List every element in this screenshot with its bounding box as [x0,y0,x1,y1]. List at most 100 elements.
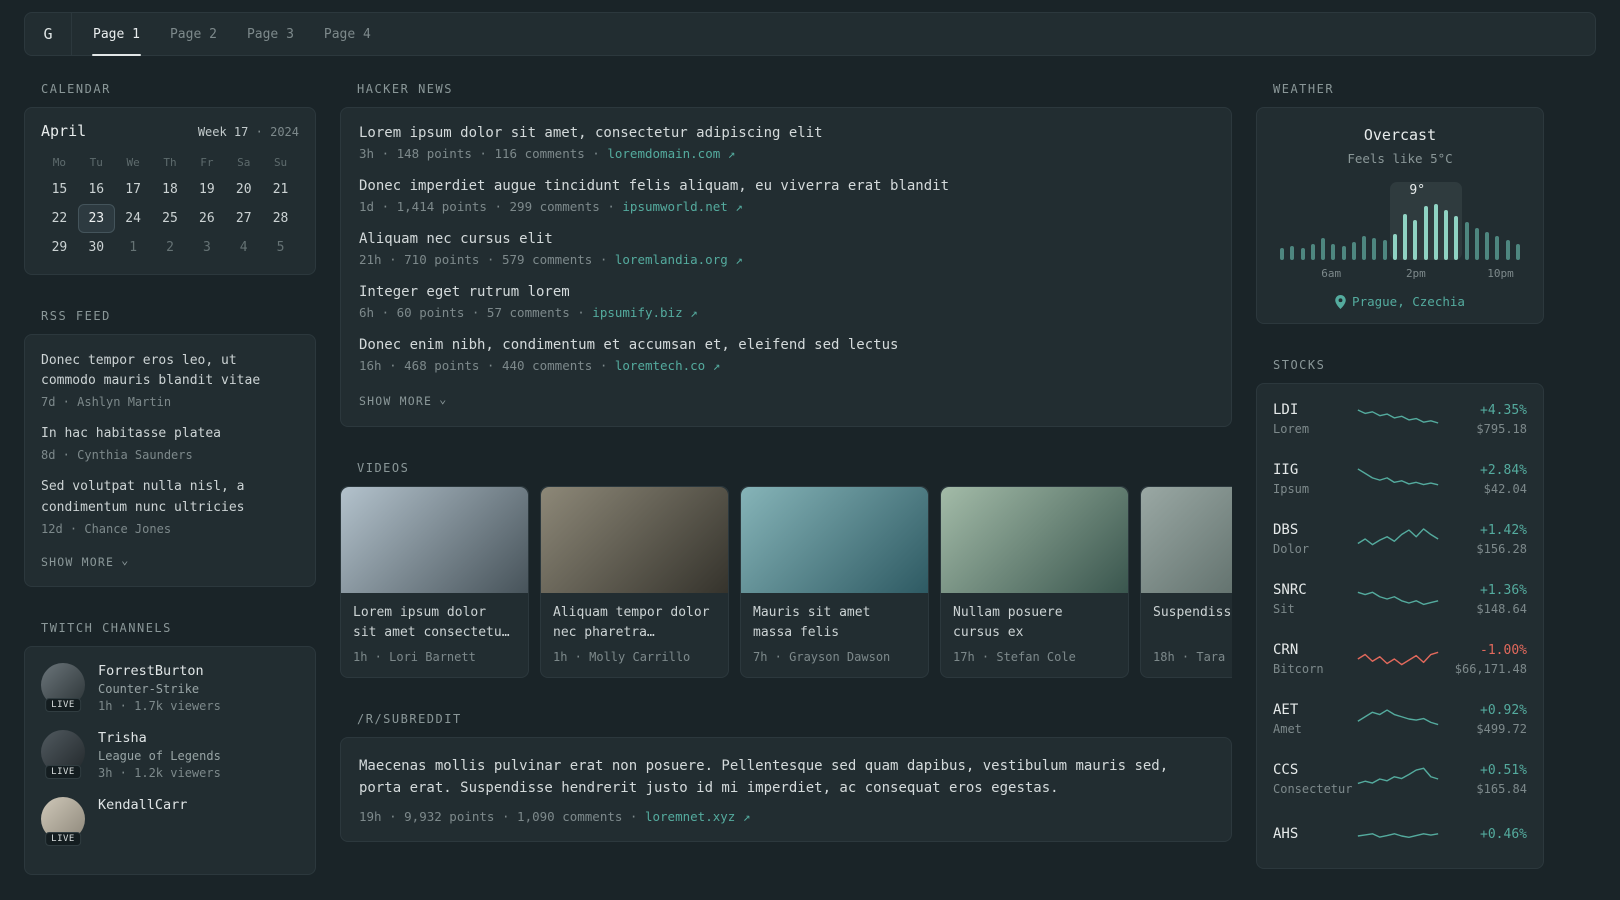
hn-meta-text: 6h · 60 points · 57 comments · [359,305,593,320]
video-card[interactable]: Lorem ipsum dolor sit amet consectetu… 1h… [340,486,529,678]
channel-info: Trisha League of Legends 3h · 1.2k viewers [98,730,221,780]
calendar-day[interactable]: 3 [188,233,225,262]
calendar-day[interactable]: 30 [78,233,115,262]
rss-item[interactable]: Donec tempor eros leo, ut commodo mauris… [41,351,299,409]
videos-row: Lorem ipsum dolor sit amet consectetu… 1h… [340,486,1232,678]
stocks-section: STOCKS LDI Lorem +4.35% $795.18 IIG Ipsum +2.8… [1256,358,1544,869]
video-meta: 7h · Grayson Dawson [753,650,891,664]
tab-page-1[interactable]: Page 1 [78,13,155,56]
stock-row[interactable]: LDI Lorem +4.35% $795.18 [1273,389,1527,449]
hn-item-link[interactable]: loremtech.co ↗ [615,358,720,373]
calendar-day-selected[interactable]: 23 [77,204,115,233]
video-meta: 1h · Lori Barnett [353,650,476,664]
calendar-day[interactable]: 24 [115,204,152,233]
weather-bar [1362,236,1366,260]
calendar-day[interactable]: 4 [225,233,262,262]
stock-sparkline-chart [1357,767,1439,785]
video-title[interactable]: Mauris sit amet massa felis [753,603,916,643]
calendar-day[interactable]: 1 [115,233,152,262]
calendar-day-header: Tu [89,156,103,169]
weather-location[interactable]: Prague, Czechia [1273,294,1527,309]
hn-show-more-button[interactable]: SHOW MORE ⌄ [359,392,446,408]
hn-item-title[interactable]: Integer eget rutrum lorem [359,284,1213,300]
twitch-channel[interactable]: LIVE KendallCarr [41,796,299,846]
stock-sparkline [1354,585,1442,613]
video-title[interactable]: Aliquam tempor dolor nec pharetra… [553,603,716,643]
tab-page-3[interactable]: Page 3 [232,13,309,55]
calendar-day[interactable]: 22 [41,204,78,233]
weather-bar [1454,216,1459,260]
calendar-day[interactable]: 28 [262,204,299,233]
stocks-widget: LDI Lorem +4.35% $795.18 IIG Ipsum +2.84% $42.0… [1256,383,1544,869]
rss-item[interactable]: Sed volutpat nulla nisl, a condimentum n… [41,477,299,535]
calendar-day[interactable]: 16 [78,175,115,204]
twitch-channel[interactable]: LIVE ForrestBurton Counter-Strike 1h · 1.7k… [41,662,299,713]
stock-symbol: DBS [1273,522,1299,538]
weather-bar [1321,238,1325,260]
video-card[interactable]: Nullam posuere cursus ex 17h · Stefan Col… [940,486,1129,678]
stock-price: $156.28 [1476,541,1527,556]
stock-row[interactable]: CCS Consectetur +0.51% $165.84 [1273,749,1527,809]
calendar-day[interactable]: 18 [152,175,189,204]
live-badge: LIVE [45,764,81,779]
hn-item-title[interactable]: Aliquam nec cursus elit [359,231,1213,247]
calendar-day[interactable]: 2 [152,233,189,262]
stock-row[interactable]: AET Amet +0.92% $499.72 [1273,689,1527,749]
video-card[interactable]: Suspendisse diam 18h · Tara [1140,486,1232,678]
hn-item-link[interactable]: ipsumworld.net ↗ [622,199,742,214]
hn-list: Lorem ipsum dolor sit amet, consectetur … [359,125,1213,373]
weather-bar [1403,214,1407,260]
hn-item-link[interactable]: loremdomain.com ↗ [607,146,735,161]
twitch-channel[interactable]: LIVE Trisha League of Legends 3h · 1.2k vie… [41,729,299,780]
hn-item-title[interactable]: Lorem ipsum dolor sit amet, consectetur … [359,125,1213,141]
rss-show-more-button[interactable]: SHOW MORE ⌄ [41,553,128,569]
calendar-day[interactable]: 15 [41,175,78,204]
weather-bar [1495,236,1500,260]
rss-widget: Donec tempor eros leo, ut commodo mauris… [24,334,316,587]
hn-item-link[interactable]: loremlandia.org ↗ [615,252,743,267]
stock-row[interactable]: CRN Bitcorn -1.00% $66,171.48 [1273,629,1527,689]
hn-item-title[interactable]: Donec imperdiet augue tincidunt felis al… [359,178,1213,194]
video-title[interactable]: Lorem ipsum dolor sit amet consectetu… [353,603,516,643]
calendar-day[interactable]: 5 [262,233,299,262]
post-title[interactable]: Maecenas mollis pulvinar erat non posuer… [359,755,1213,800]
stock-values: +2.84% $42.04 [1442,463,1527,496]
stock-values: +0.51% $165.84 [1442,763,1527,796]
post-link[interactable]: loremnet.xyz ↗ [645,809,750,824]
calendar-day[interactable]: 21 [262,175,299,204]
stock-row[interactable]: SNRC Sit +1.36% $148.64 [1273,569,1527,629]
hn-item-title[interactable]: Donec enim nibh, condimentum et accumsan… [359,337,1213,353]
tab-page-2[interactable]: Page 2 [155,13,232,55]
weather-bar [1341,246,1346,260]
calendar-day[interactable]: 26 [188,204,225,233]
rss-item[interactable]: In hac habitasse platea 8d · Cynthia Saun… [41,424,299,462]
stock-symbol: SNRC [1273,582,1307,598]
video-card[interactable]: Mauris sit amet massa felis 7h · Grayson … [740,486,929,678]
stock-values: +0.46% [1442,827,1527,846]
video-info: Nullam posuere cursus ex 17h · Stefan Col… [941,593,1128,677]
video-card[interactable]: Aliquam tempor dolor nec pharetra… 1h · M… [540,486,729,678]
stock-row[interactable]: AHS +0.46% [1273,809,1527,863]
calendar-day[interactable]: 25 [152,204,189,233]
app-logo[interactable]: G [25,13,72,55]
stock-row[interactable]: IIG Ipsum +2.84% $42.04 [1273,449,1527,509]
calendar-day[interactable]: 19 [188,175,225,204]
video-thumbnail [741,487,928,593]
tab-page-4[interactable]: Page 4 [309,13,386,55]
weather-bar [1505,240,1510,260]
hn-item-link[interactable]: ipsumify.biz ↗ [592,305,697,320]
stock-row[interactable]: DBS Dolor +1.42% $156.28 [1273,509,1527,569]
video-title[interactable]: Suspendisse diam [1153,603,1232,643]
video-info: Mauris sit amet massa felis 7h · Grayson … [741,593,928,677]
calendar-day[interactable]: 27 [225,204,262,233]
weather-bar [1372,238,1377,260]
channel-game: Counter-Strike [98,681,200,696]
calendar-day[interactable]: 20 [225,175,262,204]
dashboard-page: G Page 1 Page 2 Page 3 Page 4 CALENDAR Apri… [0,12,1620,875]
video-title[interactable]: Nullam posuere cursus ex [953,603,1116,643]
calendar-day[interactable]: 17 [115,175,152,204]
stock-identity: AHS [1273,826,1354,846]
calendar-day[interactable]: 29 [41,233,78,262]
location-pin-icon [1335,294,1346,309]
stock-sparkline [1354,525,1442,553]
